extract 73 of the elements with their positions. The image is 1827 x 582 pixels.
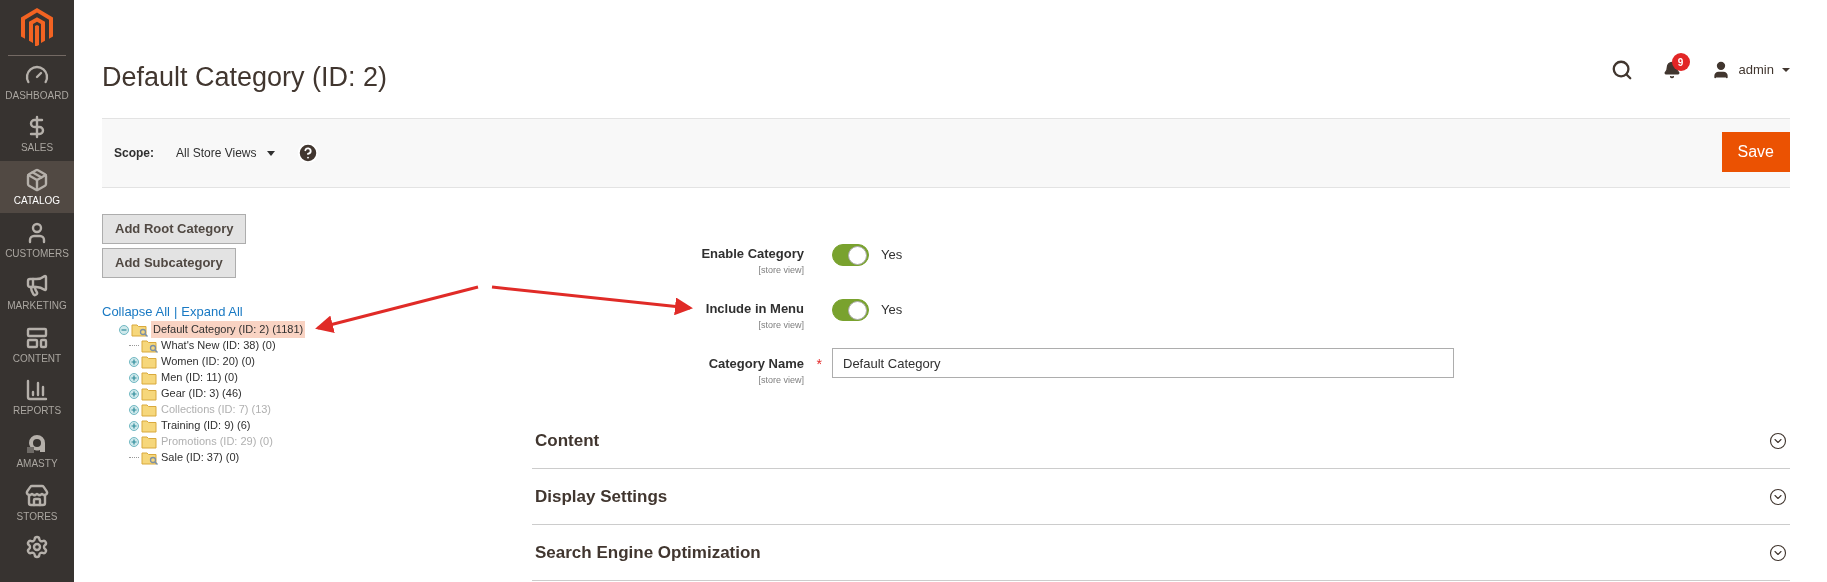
section-title: Search Engine Optimization [535, 541, 761, 564]
scope-dropdown[interactable]: All Store Views [176, 144, 275, 162]
sidebar-item[interactable]: STORES [0, 476, 74, 529]
field-label: Enable Category [701, 245, 804, 263]
layout-icon [25, 325, 49, 350]
bar-chart-icon [25, 378, 49, 403]
page-title: Default Category (ID: 2) [102, 60, 388, 94]
sidebar-item[interactable]: CATALOG [0, 160, 74, 214]
storefront-icon [25, 483, 49, 508]
folder-icon [141, 386, 159, 401]
tree-node[interactable]: Training (ID: 9) (6) [161, 417, 251, 434]
category-name-field[interactable]: Default Category [832, 348, 1454, 378]
user-menu[interactable]: admin [1710, 60, 1790, 80]
folder-icon [141, 354, 159, 369]
field-label: Category Name [708, 355, 804, 373]
tree-node[interactable]: Men (ID: 11) (0) [161, 369, 238, 386]
expand-icon[interactable] [129, 356, 139, 367]
scope-note: [store view] [758, 263, 804, 277]
expand-icon[interactable] [129, 420, 139, 431]
tree-node[interactable]: Gear (ID: 3) (46) [161, 385, 242, 402]
expand-icon[interactable] [129, 404, 139, 415]
sidebar-item[interactable]: MARKETING [0, 265, 74, 319]
chevron-down-icon[interactable] [1769, 487, 1787, 506]
folder-icon [141, 434, 159, 449]
tree-node[interactable]: Sale (ID: 37) (0) [161, 449, 240, 466]
box-icon [25, 168, 49, 192]
scope-note: [store view] [758, 318, 804, 332]
settings-icon[interactable] [25, 535, 49, 559]
required-mark: * [816, 355, 822, 374]
collapsible-section[interactable]: Display Settings [532, 469, 1790, 525]
help-icon[interactable] [296, 142, 319, 164]
toggle-switch[interactable] [832, 244, 869, 266]
expand-icon[interactable] [129, 436, 139, 447]
folder-search-icon [131, 322, 149, 337]
search-icon[interactable] [1610, 59, 1633, 81]
collapse-all-link[interactable]: Collapse All [102, 302, 170, 322]
toggle-value: Yes [881, 301, 903, 320]
expand-icon[interactable] [129, 372, 139, 383]
link-separator: | [173, 303, 178, 321]
collapse-icon[interactable] [119, 324, 129, 335]
folder-search-icon [141, 338, 159, 353]
sidebar-item[interactable]: DASHBOARD [0, 55, 74, 109]
folder-search-icon [141, 450, 159, 465]
scope-label: Scope: [114, 145, 154, 162]
tree-node[interactable]: Default Category (ID: 2) (1181) [151, 321, 306, 338]
folder-icon [141, 402, 159, 417]
add-category-button[interactable]: Add Subcategory [102, 248, 236, 278]
megaphone-icon [25, 273, 49, 298]
section-title: Content [535, 429, 600, 452]
section-title: Display Settings [535, 485, 668, 508]
chevron-down-icon[interactable] [1769, 543, 1787, 562]
field-label: Include in Menu [705, 300, 804, 318]
save-button[interactable]: Save [1721, 132, 1790, 172]
folder-icon [141, 370, 159, 385]
sidebar-item[interactable]: SALES [0, 108, 74, 161]
sidebar-item[interactable]: CUSTOMERS [0, 213, 74, 266]
toggle-switch[interactable] [832, 299, 869, 321]
tree-node[interactable]: What's New (ID: 38) (0) [161, 337, 276, 354]
notification-count: 9 [1671, 53, 1690, 71]
chevron-down-icon[interactable] [1769, 431, 1787, 450]
add-category-button[interactable]: Add Root Category [102, 214, 247, 244]
scope-note: [store view] [758, 373, 804, 387]
tree-node[interactable]: Women (ID: 20) (0) [161, 353, 255, 370]
expand-all-link[interactable]: Expand All [181, 302, 243, 322]
sidebar-item[interactable]: CONTENT [0, 318, 74, 372]
collapsible-section[interactable]: Content [532, 413, 1790, 469]
sidebar-item[interactable]: REPORTS [0, 371, 74, 424]
toggle-value: Yes [881, 246, 903, 265]
collapsible-section[interactable]: Search Engine Optimization [532, 525, 1790, 581]
sidebar-item[interactable]: AMASTY [0, 423, 74, 477]
folder-icon [141, 418, 159, 433]
logo-icon [21, 8, 53, 47]
expand-icon[interactable] [129, 388, 139, 399]
